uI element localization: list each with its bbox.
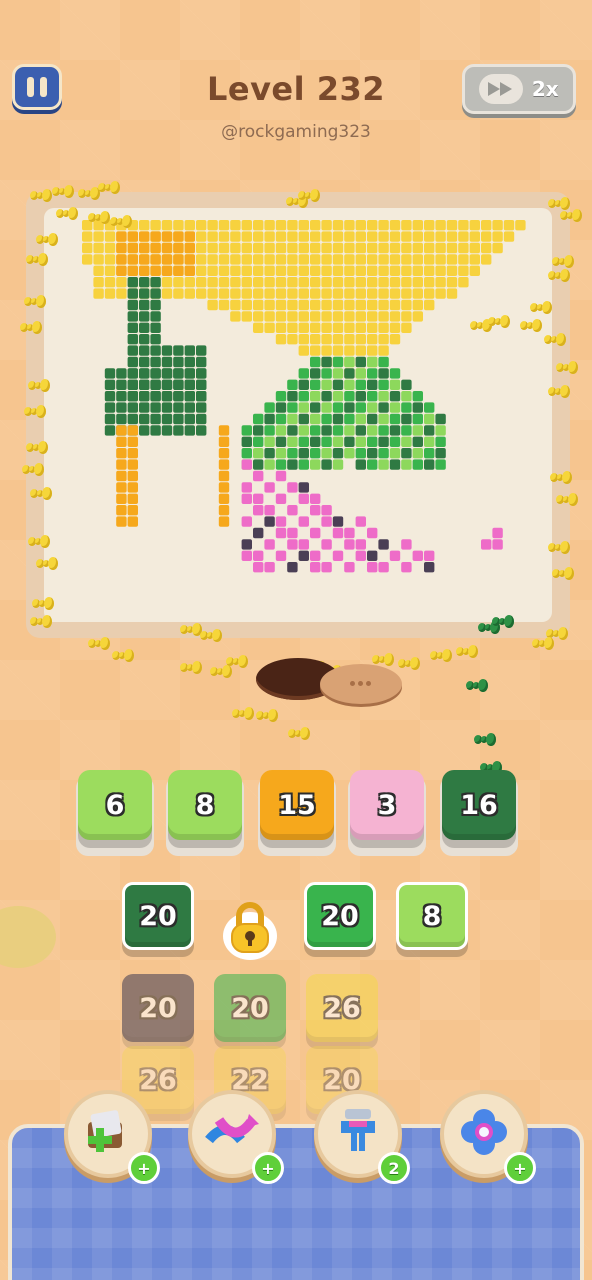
ant xyxy=(30,486,52,502)
lock-icon[interactable] xyxy=(222,896,278,960)
add-box-icon xyxy=(82,1108,134,1160)
ant xyxy=(30,188,52,204)
queue-tile[interactable]: 3 xyxy=(350,770,424,840)
ant xyxy=(530,300,552,316)
grid-tile[interactable]: 20 xyxy=(304,882,376,950)
ant xyxy=(36,232,58,248)
puzzle-canvas xyxy=(44,208,552,622)
magnet-claw-icon xyxy=(333,1107,383,1161)
speed-button[interactable]: 2x xyxy=(462,64,576,114)
ant xyxy=(474,732,496,748)
ant xyxy=(26,440,48,456)
ant xyxy=(88,636,110,652)
shuffle-icon xyxy=(205,1110,259,1158)
ant xyxy=(466,678,488,694)
add-badge: + xyxy=(128,1152,160,1184)
ant xyxy=(200,628,222,644)
ant xyxy=(22,462,44,478)
ant xyxy=(56,206,78,222)
add-badge: + xyxy=(504,1152,536,1184)
grid-tile[interactable]: 8 xyxy=(396,882,468,950)
ant xyxy=(456,644,478,660)
decor-leaf xyxy=(0,906,56,968)
ant xyxy=(98,180,120,196)
ant xyxy=(30,614,52,630)
grid-tile[interactable]: 26 xyxy=(306,974,378,1042)
hole-lid xyxy=(320,664,402,704)
ant xyxy=(298,188,320,204)
speed-label: 2x xyxy=(531,77,559,101)
count-badge: 2 xyxy=(378,1152,410,1184)
ant xyxy=(26,252,48,268)
ant xyxy=(112,648,134,664)
ant xyxy=(226,654,248,670)
ant xyxy=(52,184,74,200)
queue-tile[interactable]: 16 xyxy=(442,770,516,840)
grid-tile[interactable]: 20 xyxy=(214,974,286,1042)
add-badge: + xyxy=(252,1152,284,1184)
ant xyxy=(544,332,566,348)
ant xyxy=(78,186,100,202)
ant xyxy=(32,596,54,612)
ant xyxy=(398,656,420,672)
watermark-handle: @rockgaming323 xyxy=(221,122,371,142)
ant xyxy=(548,384,570,400)
ant xyxy=(110,214,132,230)
ant xyxy=(88,210,110,226)
ant xyxy=(180,660,202,676)
ant xyxy=(556,360,578,376)
ant xyxy=(430,648,452,664)
ant xyxy=(288,726,310,742)
flower-icon xyxy=(458,1106,510,1162)
ant xyxy=(20,320,42,336)
ant xyxy=(492,614,514,630)
ant xyxy=(532,636,554,652)
ant xyxy=(256,708,278,724)
ant xyxy=(548,540,570,556)
ant xyxy=(548,268,570,284)
queue-tile[interactable]: 15 xyxy=(260,770,334,840)
ant xyxy=(488,314,510,330)
queue-tile[interactable]: 6 xyxy=(78,770,152,840)
ant xyxy=(36,556,58,572)
queue-tile[interactable]: 8 xyxy=(168,770,242,840)
ant xyxy=(24,404,46,420)
ant xyxy=(556,492,578,508)
grid-tile[interactable]: 20 xyxy=(122,882,194,950)
fast-forward-icon xyxy=(479,74,524,104)
ant xyxy=(28,534,50,550)
ant xyxy=(180,622,202,638)
ant xyxy=(28,378,50,394)
ant xyxy=(520,318,542,334)
pause-icon xyxy=(27,77,34,97)
level-title: Level 232 xyxy=(206,70,386,108)
ant xyxy=(232,706,254,722)
ant xyxy=(560,208,582,224)
ant xyxy=(550,470,572,486)
ant xyxy=(24,294,46,310)
ant xyxy=(552,566,574,582)
pause-button[interactable] xyxy=(12,64,62,110)
grid-tile[interactable]: 20 xyxy=(122,974,194,1042)
